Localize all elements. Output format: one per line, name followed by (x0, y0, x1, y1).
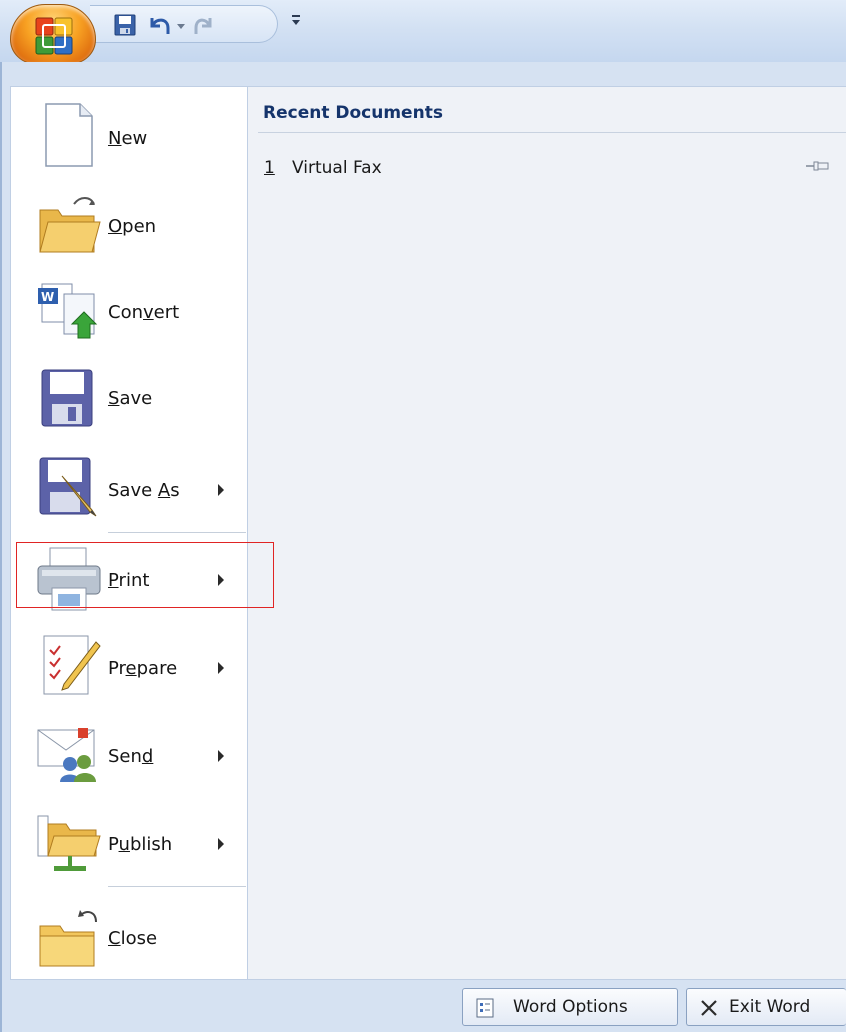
menu-separator (108, 886, 246, 887)
customize-qat-icon[interactable] (290, 12, 302, 28)
recent-documents-title: Recent Documents (263, 103, 443, 123)
submenu-arrow-icon (218, 484, 224, 496)
close-x-icon (701, 1000, 717, 1016)
quick-access-toolbar (90, 5, 278, 43)
menu-item-save[interactable]: Save (10, 356, 248, 440)
menu-item-close[interactable]: Close (10, 894, 248, 978)
menu-item-save-as[interactable]: Save As (10, 446, 248, 530)
print-highlight-box (16, 542, 274, 608)
prepare-icon (43, 635, 101, 695)
exit-word-label: Exit Word (729, 997, 811, 1017)
recent-document-number: 1 (264, 158, 275, 178)
options-document-icon (476, 998, 494, 1018)
save-as-icon (39, 457, 97, 517)
title-bar (0, 0, 846, 62)
menu-item-label: Save (108, 388, 153, 409)
exit-word-button[interactable]: Exit Word (686, 988, 846, 1026)
word-options-label: Word Options (513, 997, 628, 1017)
recent-documents-divider (258, 132, 846, 133)
office-logo-icon (35, 17, 73, 55)
menu-item-label: Save As (108, 480, 180, 501)
menu-item-new[interactable]: New (10, 96, 248, 180)
convert-icon: W (38, 283, 98, 339)
word-options-button[interactable]: Word Options (462, 988, 678, 1026)
recent-document-item[interactable]: 1 Virtual Fax (258, 150, 846, 184)
menu-item-convert[interactable]: W Convert (10, 270, 248, 354)
open-folder-icon (39, 197, 101, 253)
redo-icon[interactable] (192, 14, 216, 36)
send-icon (37, 728, 96, 782)
submenu-arrow-icon (218, 750, 224, 762)
pin-icon[interactable] (806, 158, 830, 174)
menu-item-send[interactable]: Send (10, 710, 248, 794)
office-button[interactable] (10, 4, 96, 64)
menu-item-label: New (108, 128, 148, 149)
save-floppy-icon (41, 369, 93, 427)
publish-icon (37, 815, 101, 871)
save-icon[interactable] (114, 14, 136, 36)
undo-icon[interactable] (146, 14, 174, 36)
recent-document-name: Virtual Fax (292, 158, 382, 178)
menu-item-open[interactable]: Open (10, 184, 248, 268)
menu-item-label: Prepare (108, 658, 178, 679)
submenu-arrow-icon (218, 838, 224, 850)
menu-item-label: Close (108, 928, 158, 949)
menu-item-label: Open (108, 216, 157, 237)
menu-item-label: Send (108, 746, 154, 767)
submenu-arrow-icon (218, 662, 224, 674)
menu-item-label: Convert (108, 302, 180, 323)
svg-text:W: W (41, 290, 54, 304)
menu-item-label: Publish (108, 834, 173, 855)
new-document-icon (45, 103, 93, 167)
menu-item-prepare[interactable]: Prepare (10, 622, 248, 706)
menu-item-publish[interactable]: Publish (10, 800, 248, 884)
close-folder-icon (39, 910, 97, 967)
menu-separator (108, 532, 246, 533)
recent-documents-pane (248, 86, 846, 980)
undo-dropdown-icon[interactable] (177, 22, 185, 30)
